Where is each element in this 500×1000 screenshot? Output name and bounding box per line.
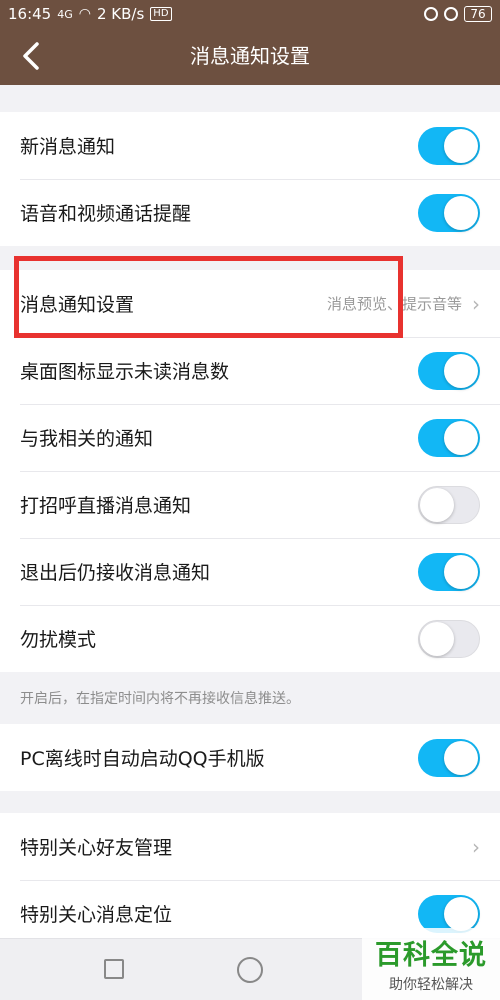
recent-apps-icon[interactable] <box>104 959 124 979</box>
hd-badge: HD <box>150 7 172 21</box>
page-title: 消息通知设置 <box>190 44 310 68</box>
setting-row-special-care-friends[interactable]: 特别关心好友管理 › <box>0 813 500 880</box>
status-time: 16:45 <box>8 5 52 23</box>
special-care-locate-toggle[interactable] <box>418 894 480 933</box>
setting-row-new-message[interactable]: 新消息通知 <box>0 112 500 179</box>
spacer <box>0 246 500 270</box>
wifi-icon: ◠ <box>78 6 91 22</box>
call-reminder-toggle[interactable] <box>418 193 480 232</box>
setting-label: 打招呼直播消息通知 <box>20 495 192 517</box>
nav-bar: 消息通知设置 <box>0 28 500 85</box>
settings-list: 新消息通知 语音和视频通话提醒 消息通知设置 消息预览、提示音等 › 桌面图标显… <box>0 85 500 947</box>
setting-subtitle: 消息预览、提示音等 <box>326 295 462 313</box>
setting-label: 桌面图标显示未读消息数 <box>20 361 230 383</box>
setting-label: 退出后仍接收消息通知 <box>20 562 211 584</box>
setting-row-do-not-disturb[interactable]: 勿扰模式 <box>0 605 500 672</box>
setting-row-call-reminder[interactable]: 语音和视频通话提醒 <box>0 179 500 246</box>
toggle-knob <box>444 353 478 388</box>
status-bar: 16:45 4G ◠ 2 KB/s HD 76 <box>0 0 500 28</box>
toggle-knob <box>444 420 478 455</box>
toggle-knob <box>444 554 478 589</box>
settings-group-pc: PC离线时自动启动QQ手机版 <box>0 724 500 791</box>
setting-row-pc-offline[interactable]: PC离线时自动启动QQ手机版 <box>0 724 500 791</box>
chevron-right-icon: › <box>472 291 480 316</box>
setting-label: 特别关心消息定位 <box>20 904 173 926</box>
toggle-knob <box>444 128 478 163</box>
setting-row-unread-badge[interactable]: 桌面图标显示未读消息数 <box>0 337 500 404</box>
related-notifications-toggle[interactable] <box>418 418 480 457</box>
watermark-subtitle: 助你轻松解决 <box>389 977 473 993</box>
new-message-toggle[interactable] <box>418 126 480 165</box>
setting-row-related-notifications[interactable]: 与我相关的通知 <box>0 404 500 471</box>
signal-icon: 4G <box>57 7 73 21</box>
setting-label: 特别关心好友管理 <box>20 837 173 859</box>
setting-label: 消息通知设置 <box>20 294 135 316</box>
setting-label: 语音和视频通话提醒 <box>20 203 192 225</box>
network-speed: 2 KB/s <box>96 5 145 23</box>
setting-row-notification-settings[interactable]: 消息通知设置 消息预览、提示音等 › <box>0 270 500 337</box>
settings-group-special-care: 特别关心好友管理 › 特别关心消息定位 <box>0 813 500 947</box>
lock-rotation-icon <box>424 7 438 21</box>
chevron-right-icon: › <box>472 834 480 859</box>
pc-offline-toggle[interactable] <box>418 738 480 777</box>
battery-indicator: 76 <box>464 6 492 22</box>
do-not-disturb-toggle[interactable] <box>418 619 480 658</box>
toggle-knob <box>444 896 478 931</box>
spacer <box>0 791 500 813</box>
settings-group-general: 新消息通知 语音和视频通话提醒 <box>0 112 500 246</box>
dnd-description: 开启后，在指定时间内将不再接收信息推送。 <box>0 672 500 724</box>
setting-label: 勿扰模式 <box>20 629 97 651</box>
toggle-knob <box>444 740 478 775</box>
watermark-logo: 百科全说 助你轻松解决 <box>362 928 500 1000</box>
toggle-knob <box>420 621 454 656</box>
setting-label: 与我相关的通知 <box>20 428 154 450</box>
settings-group-notifications: 消息通知设置 消息预览、提示音等 › 桌面图标显示未读消息数 与我相关的通知 打… <box>0 270 500 672</box>
toggle-knob <box>444 195 478 230</box>
spacer <box>0 85 500 112</box>
receive-after-exit-toggle[interactable] <box>418 552 480 591</box>
alarm-icon <box>444 7 458 21</box>
unread-badge-toggle[interactable] <box>418 351 480 390</box>
setting-label: PC离线时自动启动QQ手机版 <box>20 748 265 770</box>
greeting-live-toggle[interactable] <box>418 485 480 524</box>
setting-row-greeting-live[interactable]: 打招呼直播消息通知 <box>0 471 500 538</box>
setting-label: 新消息通知 <box>20 136 116 158</box>
toggle-knob <box>420 487 454 522</box>
setting-row-receive-after-exit[interactable]: 退出后仍接收消息通知 <box>0 538 500 605</box>
home-icon[interactable] <box>237 957 263 983</box>
watermark-title: 百科全说 <box>375 940 487 971</box>
